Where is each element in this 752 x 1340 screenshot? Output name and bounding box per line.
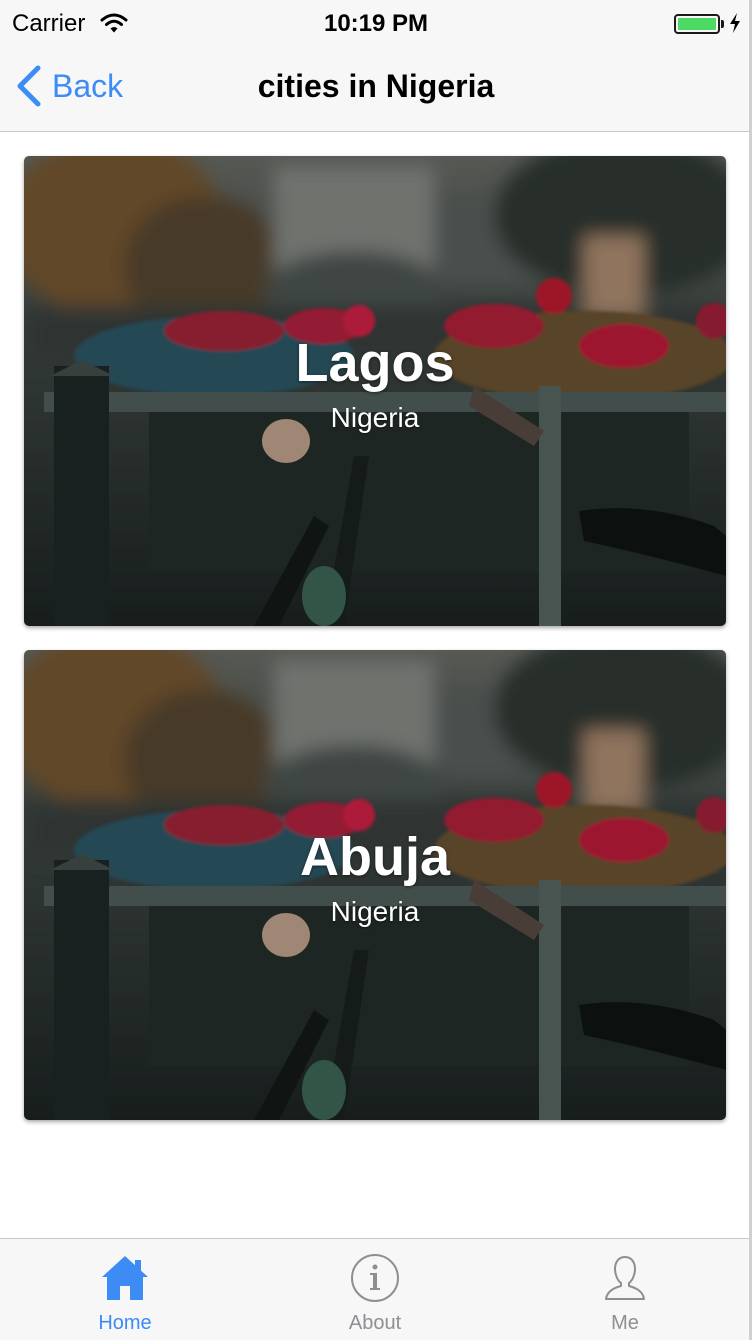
tab-label: Me <box>611 1312 639 1334</box>
battery-tip <box>721 20 724 28</box>
tab-label: About <box>348 1312 402 1334</box>
city-country: Nigeria <box>330 896 420 927</box>
navigation-bar: Back cities in Nigeria <box>0 48 752 132</box>
person-icon <box>605 1256 645 1300</box>
battery-icon <box>674 14 720 34</box>
city-name: Lagos <box>295 333 455 393</box>
city-card-text: Lagos Nigeria <box>24 156 726 626</box>
city-name: Abuja <box>299 827 450 887</box>
tab-about[interactable]: About <box>250 1239 500 1340</box>
tab-me[interactable]: Me <box>500 1239 750 1340</box>
city-card[interactable]: Abuja Nigeria <box>24 650 726 1120</box>
battery-level-fill <box>678 18 716 30</box>
status-time: 10:19 PM <box>323 10 429 37</box>
city-card[interactable]: Lagos Nigeria <box>24 156 726 626</box>
phone-screen: Carrier 10:19 PM Back cities in Nigeria <box>0 0 752 1340</box>
status-bar: Carrier 10:19 PM <box>0 0 752 48</box>
charging-bolt-icon <box>730 13 740 33</box>
page-title: cities in Nigeria <box>257 68 495 104</box>
tab-label: Home <box>98 1312 152 1334</box>
info-circle-icon <box>351 1254 399 1302</box>
house-icon <box>102 1256 148 1300</box>
city-country: Nigeria <box>330 402 420 433</box>
tab-bar: Home About Me <box>0 1238 752 1340</box>
tab-home[interactable]: Home <box>0 1239 250 1340</box>
city-list: Lagos Nigeria Abuja Nigeria <box>0 132 752 1238</box>
city-card-text: Abuja Nigeria <box>24 650 726 1120</box>
